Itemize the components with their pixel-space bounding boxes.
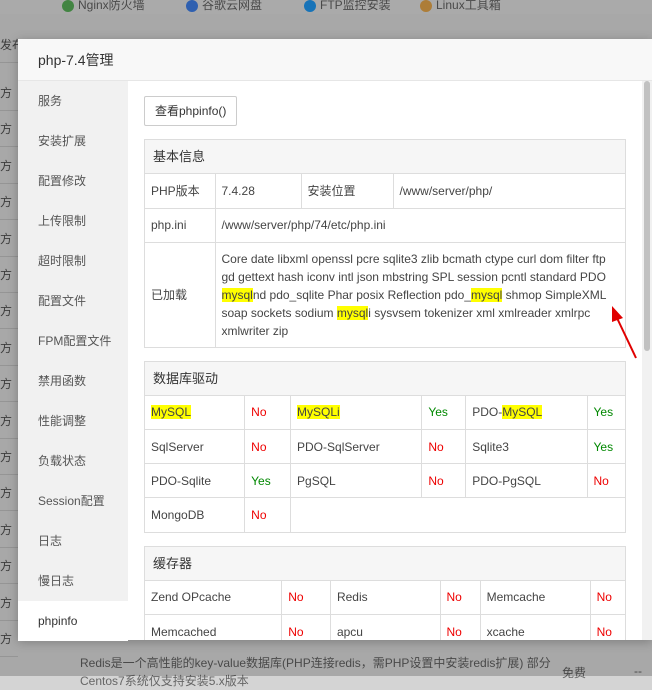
table-row: Zend OPcache No Redis No Memcache No: [145, 580, 625, 615]
view-phpinfo-button[interactable]: 查看phpinfo(): [144, 96, 238, 126]
highlighted-mysql: mysql: [471, 287, 503, 302]
status-value: No: [281, 580, 331, 615]
driver-prefix: PDO-: [472, 405, 503, 420]
highlighted-mysql: MySQL: [151, 405, 192, 420]
sidebar-item[interactable]: 安装扩展: [18, 121, 128, 161]
driver-name: MySQLi: [290, 395, 423, 430]
cache-title: 缓存器: [145, 546, 625, 581]
php-ini-label: php.ini: [145, 207, 216, 243]
basic-info-table: PHP版本 7.4.28 安装位置 /www/server/php/ php.i…: [145, 174, 625, 347]
db-driver-table: MySQL No MySQLi Yes PDO-MySQL Yes SqlServer No P…: [145, 395, 625, 532]
highlighted-mysql: MySQL: [297, 405, 338, 420]
table-row: MongoDB No: [145, 497, 625, 532]
basic-info-title: 基本信息: [145, 140, 625, 174]
php-manage-dialog: php-7.4管理 服务 安装扩展 配置修改 上传限制 超时限制 配置文件 FPM配置文件禁…: [18, 39, 652, 641]
driver-name: PDO-PgSQL: [465, 463, 588, 498]
driver-name: PgSQL: [290, 463, 423, 498]
driver-name: Zend OPcache: [145, 580, 283, 615]
status-value: No: [244, 497, 292, 532]
loaded-label: 已加载: [145, 241, 216, 347]
scrollbar-thumb[interactable]: [644, 81, 650, 351]
sidebar-item[interactable]: 禁用函数: [18, 361, 128, 401]
sidebar-item[interactable]: 日志: [18, 521, 128, 561]
table-row: PDO-Sqlite Yes PgSQL No PDO-PgSQL No: [145, 463, 625, 498]
status-value: No: [586, 463, 625, 498]
driver-name: xcache: [479, 614, 591, 640]
sidebar-item[interactable]: Session配置: [18, 481, 128, 521]
php-version-label: PHP版本: [145, 174, 216, 209]
status-value: No: [589, 580, 625, 615]
status-value: No: [421, 429, 467, 464]
table-row: SqlServer No PDO-SqlServer No Sqlite3 Yes: [145, 429, 625, 464]
sidebar-item[interactable]: 服务: [18, 81, 128, 121]
settings-sidebar: 服务 安装扩展 配置修改 上传限制 超时限制 配置文件 FPM配置文件 禁用函数 性能调整 负载状…: [18, 81, 128, 641]
table-row: MySQL No MySQLi Yes PDO-MySQL Yes: [145, 395, 625, 430]
sidebar-item[interactable]: 超时限制: [18, 241, 128, 281]
basic-info-section: 基本信息 PHP版本 7.4.28 安装位置 /www/server/php/ …: [144, 139, 626, 348]
driver-name: PDO-Sqlite: [145, 463, 246, 498]
status-value: Yes: [586, 429, 625, 464]
cache-section: 缓存器 Zend OPcache No Redis No Memcache No Memca…: [144, 545, 626, 640]
status-value: No: [589, 614, 625, 640]
php-version-value: 7.4.28: [214, 174, 302, 209]
driver-name: Redis: [329, 580, 441, 615]
db-driver-title: 数据库驱动: [145, 361, 625, 396]
driver-name: apcu: [329, 614, 441, 640]
install-path-label: 安装位置: [300, 174, 394, 209]
status-value: No: [439, 614, 481, 640]
status-value: No: [244, 429, 292, 464]
driver-name: Memcached: [145, 614, 283, 640]
sidebar-item[interactable]: 配置文件: [18, 281, 128, 321]
status-value: No: [281, 614, 331, 640]
status-value: Yes: [421, 395, 467, 430]
extension-text: nd pdo_sqlite Phar posix Reflection pdo_: [252, 287, 471, 302]
status-value: Yes: [586, 395, 625, 430]
dialog-title: php-7.4管理: [18, 39, 652, 81]
driver-name: PDO-MySQL: [465, 395, 588, 430]
driver-name: MySQL: [145, 395, 246, 430]
driver-name: SqlServer: [145, 429, 246, 464]
db-driver-section: 数据库驱动 MySQL No MySQLi Yes PDO-MySQL Yes SqlSer…: [144, 360, 626, 533]
driver-name: Memcache: [479, 580, 591, 615]
sidebar-item[interactable]: 负载状态: [18, 441, 128, 481]
status-value: No: [439, 580, 481, 615]
sidebar-item[interactable]: 性能调整: [18, 401, 128, 441]
status-value: No: [244, 395, 292, 430]
sidebar-item[interactable]: 慢日志: [18, 561, 128, 601]
table-row: Memcached No apcu No xcache No: [145, 614, 625, 640]
highlighted-mysql: i: [337, 405, 340, 420]
loaded-extensions: Core date libxml openssl pcre sqlite3 zl…: [214, 241, 625, 347]
highlighted-mysql: MySQL: [502, 405, 543, 420]
status-value: No: [421, 463, 467, 498]
driver-name: PDO-SqlServer: [290, 429, 423, 464]
empty-cell: [290, 497, 625, 532]
highlighted-mysql: mysql: [336, 305, 369, 320]
sidebar-item[interactable]: 配置修改: [18, 161, 128, 201]
content-scrollbar[interactable]: [642, 81, 652, 640]
phpinfo-panel: 查看phpinfo() 基本信息 PHP版本 7.4.28 安装位置 /www/…: [128, 81, 642, 640]
php-ini-value: /www/server/php/74/etc/php.ini: [214, 207, 625, 243]
extension-text: Core date libxml openssl pcre sqlite3 zl…: [221, 251, 606, 284]
cache-table: Zend OPcache No Redis No Memcache No Memcached…: [145, 580, 625, 640]
sidebar-item[interactable]: FPM配置文件: [18, 321, 128, 361]
driver-name: MongoDB: [145, 497, 246, 532]
status-value: Yes: [244, 463, 292, 498]
install-path-value: /www/server/php/: [392, 174, 625, 209]
sidebar-item[interactable]: phpinfo: [18, 601, 128, 641]
driver-name: Sqlite3: [465, 429, 588, 464]
highlighted-mysql: mysql: [221, 287, 253, 302]
sidebar-item[interactable]: 上传限制: [18, 201, 128, 241]
